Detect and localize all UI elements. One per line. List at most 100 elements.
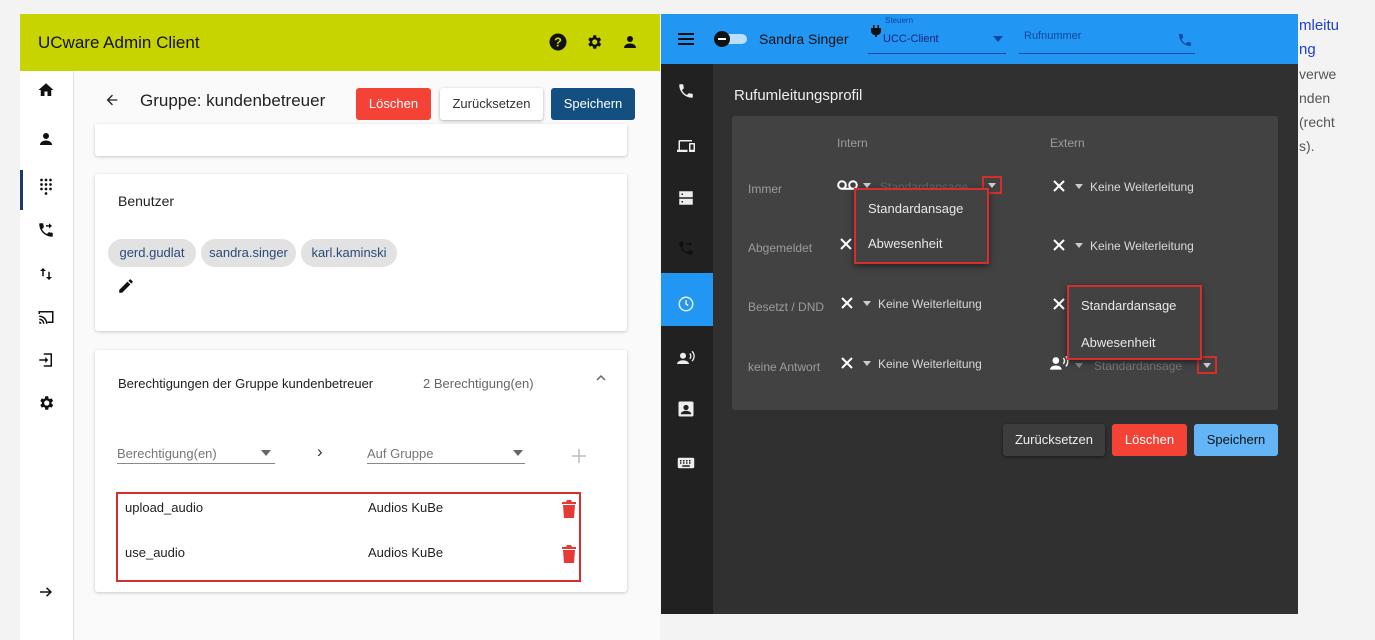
sidebar-active-indicator bbox=[20, 170, 23, 210]
gear-icon[interactable] bbox=[585, 33, 603, 51]
dropdown-arrow-icon bbox=[261, 450, 271, 456]
panel-title: Rufumleitungsprofil bbox=[734, 87, 863, 104]
permission-name: use_audio bbox=[125, 545, 185, 560]
menu-item[interactable]: Abwesenheit bbox=[868, 236, 942, 251]
extern-target[interactable]: Keine Weiterleitung bbox=[1090, 239, 1194, 253]
permissions-card-title: Berechtigungen der Gruppe kundenbetreuer bbox=[118, 376, 374, 391]
permission-name: upload_audio bbox=[125, 500, 204, 515]
svg-text:?: ? bbox=[554, 35, 562, 50]
home-icon[interactable] bbox=[37, 81, 57, 101]
row-label: keine Antwort bbox=[748, 360, 821, 374]
control-select-value: UCC-Client bbox=[883, 33, 939, 45]
admin-client-window: UCware Admin Client ? Gruppe: kundenbetr… bbox=[20, 14, 660, 640]
control-select-label: Steuern bbox=[885, 16, 914, 25]
account-icon[interactable] bbox=[621, 33, 639, 51]
menu-item[interactable]: Standardansage bbox=[1081, 298, 1176, 313]
phone-icon[interactable] bbox=[677, 82, 697, 102]
permission-select-placeholder: Berechtigung(en) bbox=[117, 446, 217, 461]
extern-target[interactable]: Standardansage bbox=[1094, 359, 1182, 373]
row-label: Immer bbox=[748, 182, 782, 196]
devices-icon[interactable] bbox=[677, 137, 697, 157]
column-intern: Intern bbox=[837, 136, 868, 150]
ucc-top-bar: Sandra Singer Steuern UCC-Client Rufnumm… bbox=[661, 14, 1298, 64]
app-title: UCware Admin Client bbox=[38, 33, 200, 52]
forwarding-panel: Intern Extern Immer Abgemeldet Besetzt /… bbox=[732, 116, 1278, 410]
voice-icon[interactable] bbox=[677, 349, 697, 369]
save-button[interactable]: Speichern bbox=[1194, 424, 1278, 456]
admin-sidebar bbox=[20, 71, 74, 640]
permission-select[interactable]: Berechtigung(en) bbox=[117, 436, 275, 464]
group-select-placeholder: Auf Gruppe bbox=[367, 446, 434, 461]
call-forward-icon[interactable] bbox=[677, 239, 697, 259]
save-button[interactable]: Speichern bbox=[551, 88, 635, 120]
intern-target[interactable]: Keine Weiterleitung bbox=[878, 297, 982, 311]
menu-item[interactable]: Standardansage bbox=[868, 201, 963, 216]
column-extern: Extern bbox=[1050, 136, 1085, 150]
trash-icon[interactable] bbox=[562, 545, 576, 563]
pencil-edit-icon[interactable] bbox=[117, 277, 135, 295]
user-icon[interactable] bbox=[37, 130, 57, 150]
doc-link-continued[interactable]: ng bbox=[1299, 38, 1375, 62]
expand-arrow-icon[interactable] bbox=[37, 583, 57, 603]
call-icon[interactable] bbox=[1177, 32, 1193, 48]
phone-forward-icon[interactable] bbox=[37, 221, 57, 241]
dropdown-arrow-icon bbox=[513, 450, 523, 456]
side-text-fragment: mleitu ng verwe nden (recht s). bbox=[1299, 14, 1375, 158]
collapse-chevron-icon[interactable] bbox=[595, 372, 607, 384]
user-chip[interactable]: gerd.gudlat bbox=[108, 239, 196, 267]
help-icon[interactable]: ? bbox=[549, 33, 567, 51]
intern-target[interactable]: Keine Weiterleitung bbox=[878, 357, 982, 371]
menu-icon[interactable] bbox=[678, 32, 694, 46]
dropdown-arrow-icon bbox=[993, 36, 1003, 42]
row-label: Abgemeldet bbox=[748, 241, 813, 255]
group-select[interactable]: Auf Gruppe bbox=[367, 436, 525, 464]
text-line: verwe bbox=[1299, 66, 1337, 82]
keyboard-icon[interactable] bbox=[677, 454, 697, 474]
text-line: s). bbox=[1299, 138, 1315, 154]
users-card: Benutzer gerd.gudlat sandra.singer karl.… bbox=[95, 174, 627, 331]
add-plus-icon[interactable] bbox=[572, 449, 586, 463]
extern-target[interactable]: Keine Weiterleitung bbox=[1090, 180, 1194, 194]
contact-card-icon[interactable] bbox=[677, 400, 697, 420]
close-x-icon[interactable] bbox=[1053, 180, 1065, 192]
permissions-card: Berechtigungen der Gruppe kundenbetreuer… bbox=[95, 350, 627, 592]
dialpad-icon[interactable] bbox=[37, 177, 57, 197]
close-x-icon[interactable] bbox=[1053, 239, 1065, 251]
delete-button[interactable]: Löschen bbox=[356, 88, 431, 120]
trash-icon[interactable] bbox=[562, 500, 576, 518]
extern-dropdown-menu: Standardansage Abwesenheit bbox=[1067, 285, 1202, 360]
server-icon[interactable] bbox=[677, 189, 697, 209]
dropdown-arrow-icon[interactable] bbox=[1075, 363, 1083, 368]
clock-icon[interactable] bbox=[677, 295, 697, 315]
text-line: nden bbox=[1299, 90, 1331, 106]
close-x-icon[interactable] bbox=[841, 357, 853, 369]
row-label: Besetzt / DND bbox=[748, 300, 825, 314]
back-arrow-icon[interactable] bbox=[104, 92, 120, 108]
previous-card-fragment bbox=[95, 124, 627, 156]
phone-number-input[interactable]: Rufnummer bbox=[1019, 20, 1195, 54]
user-chip[interactable]: karl.kaminski bbox=[301, 239, 397, 267]
menu-item[interactable]: Abwesenheit bbox=[1081, 335, 1155, 350]
permission-group: Audios KuBe bbox=[368, 500, 444, 515]
settings-gear-icon[interactable] bbox=[37, 394, 57, 414]
reset-button[interactable]: Zurücksetzen bbox=[440, 88, 543, 120]
delete-button[interactable]: Löschen bbox=[1112, 424, 1187, 456]
close-x-icon[interactable] bbox=[840, 238, 852, 250]
dropdown-arrow-icon[interactable] bbox=[863, 361, 871, 366]
import-export-icon[interactable] bbox=[37, 265, 57, 285]
permission-group: Audios KuBe bbox=[368, 545, 444, 560]
dropdown-arrow-icon[interactable] bbox=[1075, 184, 1083, 189]
control-select[interactable]: Steuern UCC-Client bbox=[868, 16, 1006, 54]
ucc-client-window: Sandra Singer Steuern UCC-Client Rufnumm… bbox=[661, 14, 1298, 614]
dropdown-arrow-icon[interactable] bbox=[863, 301, 871, 306]
user-chip[interactable]: sandra.singer bbox=[201, 239, 296, 267]
intern-dropdown-menu: Standardansage Abwesenheit bbox=[854, 188, 989, 264]
status-toggle-icon[interactable] bbox=[713, 31, 749, 47]
doc-link[interactable]: mleitu bbox=[1299, 14, 1375, 38]
reset-button[interactable]: Zurücksetzen bbox=[1003, 424, 1105, 456]
cast-icon[interactable] bbox=[37, 308, 57, 328]
close-x-icon[interactable] bbox=[1053, 298, 1065, 310]
login-icon[interactable] bbox=[37, 351, 57, 371]
close-x-icon[interactable] bbox=[841, 297, 853, 309]
dropdown-arrow-icon[interactable] bbox=[1075, 243, 1083, 248]
